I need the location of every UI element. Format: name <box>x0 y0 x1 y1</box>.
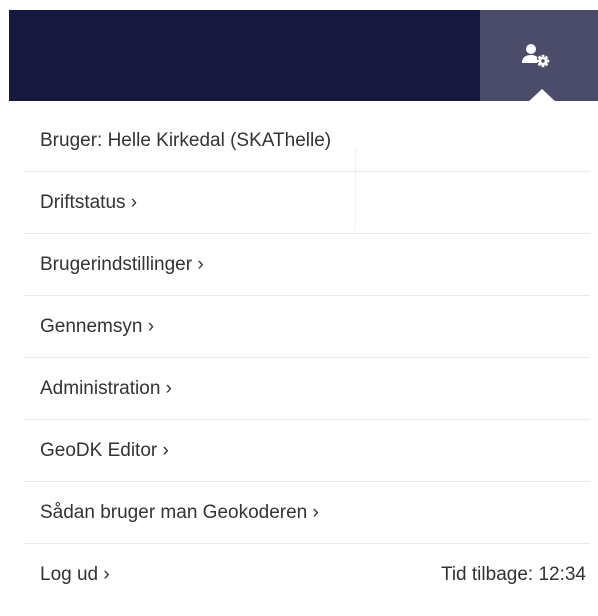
menu-item-brugerindstillinger[interactable]: Brugerindstillinger › <box>24 234 590 296</box>
logout-link[interactable]: Log ud › <box>40 564 110 586</box>
menu-item-help-geokoderen[interactable]: Sådan bruger man Geokoderen › <box>24 482 590 544</box>
session-time-remaining: Tid tilbage: 12:34 <box>440 564 586 585</box>
page: Bruger: Helle Kirkedal (SKAThelle) Drift… <box>0 0 598 616</box>
menu-item-label: Administration › <box>40 377 172 399</box>
logout-row: Log ud › Tid tilbage: 12:34 <box>24 544 590 606</box>
menu-item-gennemsyn[interactable]: Gennemsyn › <box>24 296 590 358</box>
top-navigation-bar <box>9 10 598 101</box>
menu-item-label: Driftstatus › <box>40 191 138 213</box>
user-dropdown-menu: Bruger: Helle Kirkedal (SKAThelle) Drift… <box>24 110 590 606</box>
menu-item-label: Gennemsyn › <box>40 315 155 337</box>
user-menu-button[interactable] <box>480 10 598 101</box>
menu-item-administration[interactable]: Administration › <box>24 358 590 420</box>
user-info: Bruger: Helle Kirkedal (SKAThelle) <box>24 110 590 172</box>
menu-item-label: Brugerindstillinger › <box>40 253 204 275</box>
user-label: Bruger: Helle Kirkedal (SKAThelle) <box>40 129 332 151</box>
menu-item-geodk-editor[interactable]: GeoDK Editor › <box>24 420 590 482</box>
menu-item-driftstatus[interactable]: Driftstatus › <box>24 172 590 234</box>
dropdown-caret <box>527 89 557 103</box>
menu-item-label: GeoDK Editor › <box>40 439 169 461</box>
menu-item-label: Sådan bruger man Geokoderen › <box>40 501 319 523</box>
user-gear-icon <box>522 44 550 68</box>
